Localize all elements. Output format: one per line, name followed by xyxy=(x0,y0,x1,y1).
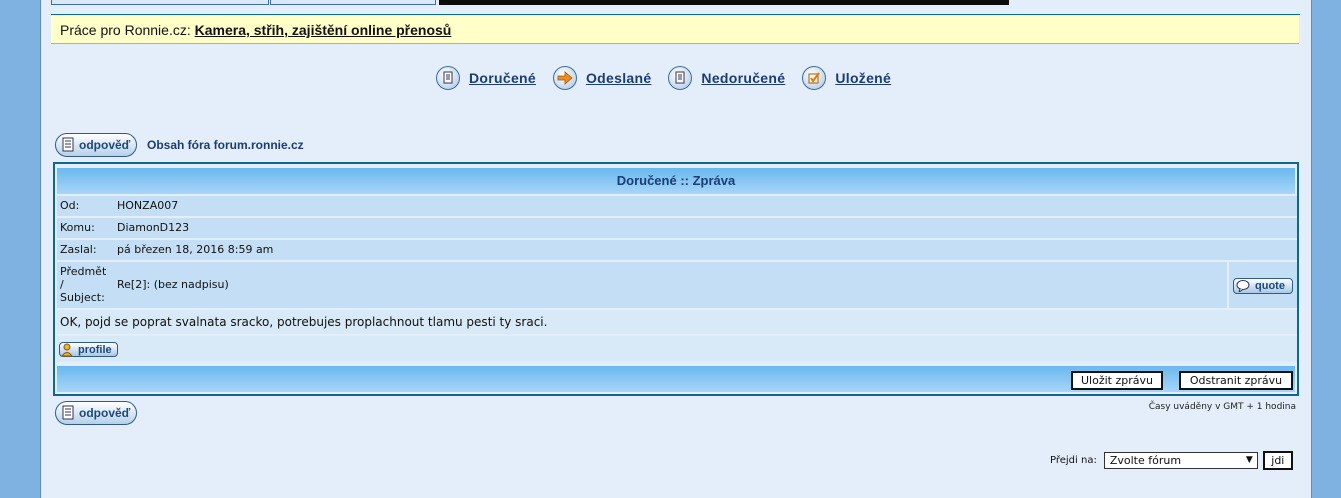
subject-value: Re[2]: (bez nadpisu) xyxy=(117,278,229,291)
to-label: Komu: xyxy=(60,221,95,234)
to-value: DiamonD123 xyxy=(117,221,190,234)
reply-button-bottom[interactable]: odpověď xyxy=(55,401,137,425)
quote-label: quote xyxy=(1255,280,1285,292)
quote-button[interactable]: quote xyxy=(1233,278,1293,294)
folder-outbox[interactable]: Nedoručené xyxy=(668,66,785,90)
reply-button-top[interactable]: odpověď xyxy=(55,133,137,157)
notice-bar: Práce pro Ronnie.cz: Kamera, střih, zaji… xyxy=(51,16,1299,44)
go-button[interactable]: jdi xyxy=(1262,451,1293,470)
document-icon xyxy=(62,405,74,420)
message-body: OK, pojd se poprat svalnata sracko, potr… xyxy=(57,310,1297,334)
reply-button-label: odpověď xyxy=(79,138,131,152)
timezone-note: Časy uváděny v GMT + 1 hodina xyxy=(1148,402,1296,412)
quote-cell: quote xyxy=(1227,262,1297,308)
profile-button[interactable]: profile xyxy=(59,342,118,357)
reply-button-label: odpověď xyxy=(79,406,131,420)
message-box: Doručené :: Zpráva Od: HONZA007 Komu: Di… xyxy=(53,162,1299,396)
delete-message-button[interactable]: Odstranit zprávu xyxy=(1179,371,1293,390)
jump-to-forum: Přejdi na: Zvolte fórum ▼ jdi xyxy=(1050,451,1293,470)
notice-link[interactable]: Kamera, střih, zajištění online přenosů xyxy=(195,22,452,38)
top-banner-strip xyxy=(439,0,1009,5)
folder-nav: Doručené Odeslané Nedoručené Uložené xyxy=(436,64,908,92)
save-message-button[interactable]: Uložit zprávu xyxy=(1071,371,1163,390)
message-header: Doručené :: Zpráva xyxy=(57,168,1295,194)
user-icon xyxy=(61,343,73,356)
from-value: HONZA007 xyxy=(117,199,179,212)
notice-prefix: Práce pro Ronnie.cz: xyxy=(60,22,191,38)
folder-sent[interactable]: Odeslané xyxy=(552,66,652,90)
sent-row: Zaslal: pá březen 18, 2016 8:59 am xyxy=(57,240,1297,260)
saved-checkbox-icon xyxy=(802,66,827,90)
sent-label: Zaslal: xyxy=(60,243,97,256)
subject-label-line: Předmět xyxy=(60,265,107,278)
arrow-right-icon xyxy=(552,66,577,90)
breadcrumb[interactable]: Obsah fóra forum.ronnie.cz xyxy=(147,138,304,152)
dropdown-arrow-icon: ▼ xyxy=(1245,455,1253,465)
message-footer-bar: Uložit zprávu Odstranit zprávu xyxy=(57,366,1295,392)
divider xyxy=(51,14,1300,15)
folder-outbox-label: Nedoručené xyxy=(701,70,786,86)
folder-inbox[interactable]: Doručené xyxy=(436,66,536,90)
sent-value: pá březen 18, 2016 8:59 am xyxy=(117,243,274,256)
jump-label: Přejdi na: xyxy=(1050,455,1097,466)
forum-select-value: Zvolte fórum xyxy=(1109,454,1182,467)
profile-label: profile xyxy=(78,343,112,356)
to-row: Komu: DiamonD123 xyxy=(57,218,1297,238)
from-label: Od: xyxy=(60,199,80,212)
subject-label-line: / xyxy=(60,278,64,291)
subject-label: Předmět / Subject: xyxy=(57,262,113,308)
speech-bubble-icon xyxy=(1236,280,1250,292)
subject-row: Předmět / Subject: Re[2]: (bez nadpisu) … xyxy=(57,262,1297,308)
subject-label-line: Subject: xyxy=(60,291,105,304)
forum-select[interactable]: Zvolte fórum ▼ xyxy=(1103,452,1258,469)
folder-sent-label: Odeslané xyxy=(585,70,652,86)
folder-inbox-label: Doručené xyxy=(469,70,536,86)
from-row: Od: HONZA007 xyxy=(57,196,1297,216)
document-icon xyxy=(62,137,74,152)
folder-saved-label: Uložené xyxy=(835,70,892,86)
outbox-icon xyxy=(668,66,693,90)
page: Práce pro Ronnie.cz: Kamera, střih, zaji… xyxy=(40,0,1312,498)
profile-row: profile xyxy=(57,336,1297,362)
folder-saved[interactable]: Uložené xyxy=(802,66,891,90)
top-tab-2[interactable] xyxy=(270,0,436,5)
inbox-icon xyxy=(436,66,460,90)
top-tab-1[interactable] xyxy=(51,0,269,5)
